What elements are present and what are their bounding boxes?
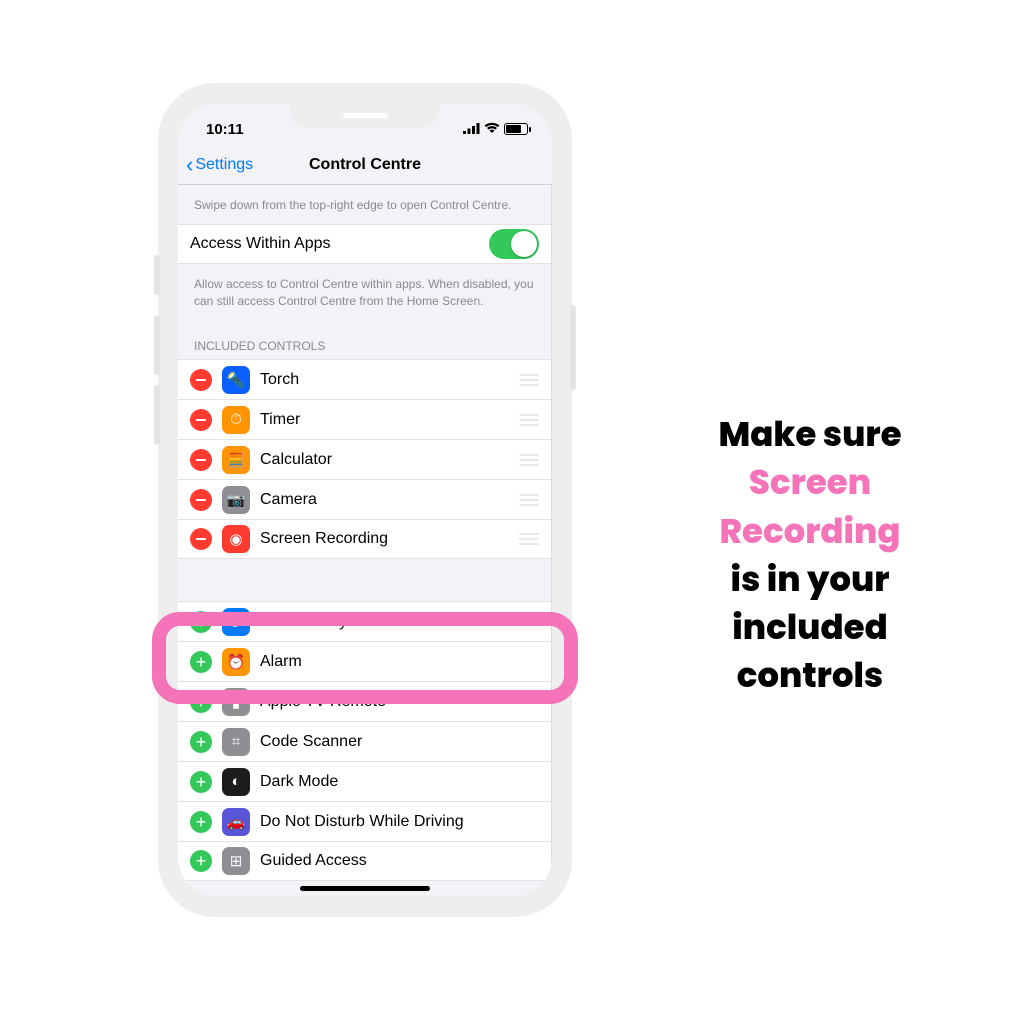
control-label: Apple TV Remote <box>260 693 539 711</box>
more-controls-list: ♿︎ Accessibility Shortcuts ⏰ Alarm ▮ Apple TV… <box>178 601 551 881</box>
control-row-apple-tv-remote[interactable]: ▮ Apple TV Remote <box>178 681 551 721</box>
reorder-grip-icon[interactable] <box>519 454 539 466</box>
add-icon[interactable] <box>190 611 212 633</box>
control-label: Timer <box>260 411 509 429</box>
calculator-icon: 🧮 <box>222 446 250 474</box>
apple-tv-remote-icon: ▮ <box>222 688 250 716</box>
control-row-screen-recording[interactable]: ◉ Screen Recording <box>178 519 551 559</box>
wifi-icon <box>484 121 500 138</box>
included-controls-header: Included Controls <box>178 319 551 359</box>
control-label: Accessibility Shortcuts <box>260 613 539 631</box>
volume-up-button <box>154 315 160 375</box>
access-within-apps-label: Access Within Apps <box>190 235 479 253</box>
control-label: Screen Recording <box>260 530 509 548</box>
reorder-grip-icon[interactable] <box>519 494 539 506</box>
control-row-torch[interactable]: 🔦 Torch <box>178 359 551 399</box>
accessibility-shortcuts-icon: ♿︎ <box>222 608 250 636</box>
notch <box>290 103 440 127</box>
control-row-camera[interactable]: 📷 Camera <box>178 479 551 519</box>
control-label: Dark Mode <box>260 773 539 791</box>
control-row-accessibility-shortcuts[interactable]: ♿︎ Accessibility Shortcuts <box>178 601 551 641</box>
mute-switch <box>154 255 160 295</box>
home-indicator[interactable] <box>300 886 430 891</box>
reorder-grip-icon[interactable] <box>519 374 539 386</box>
reorder-grip-icon[interactable] <box>519 533 539 545</box>
control-row-timer[interactable]: ⏱ Timer <box>178 399 551 439</box>
reorder-grip-icon[interactable] <box>519 414 539 426</box>
add-icon[interactable] <box>190 811 212 833</box>
add-icon[interactable] <box>190 651 212 673</box>
battery-icon <box>504 123 528 135</box>
control-label: Code Scanner <box>260 733 539 751</box>
power-button <box>570 305 576 390</box>
control-label: Camera <box>260 491 509 509</box>
callout-line1: Make sure <box>718 410 901 458</box>
control-row-do-not-disturb-while-driving[interactable]: 🚗 Do Not Disturb While Driving <box>178 801 551 841</box>
control-label: Guided Access <box>260 852 539 870</box>
access-toggle[interactable] <box>489 229 539 259</box>
camera-icon: 📷 <box>222 486 250 514</box>
cellular-icon <box>463 121 480 138</box>
remove-icon[interactable] <box>190 489 212 511</box>
back-button[interactable]: ‹ Settings <box>178 154 253 176</box>
phone-frame: 10:11 ‹ Settings Control Centre <box>160 85 570 915</box>
back-label: Settings <box>195 156 253 174</box>
callout-screen: Screen <box>749 458 871 506</box>
add-icon[interactable] <box>190 731 212 753</box>
control-row-code-scanner[interactable]: ⌗ Code Scanner <box>178 721 551 761</box>
remove-icon[interactable] <box>190 449 212 471</box>
remove-icon[interactable] <box>190 528 212 550</box>
phone-screen: 10:11 ‹ Settings Control Centre <box>178 103 552 897</box>
callout-line5: included <box>732 603 887 651</box>
nav-bar: ‹ Settings Control Centre <box>178 145 552 185</box>
status-icons <box>463 121 528 138</box>
remove-icon[interactable] <box>190 369 212 391</box>
volume-down-button <box>154 385 160 445</box>
swipe-hint: Swipe down from the top-right edge to op… <box>178 185 551 224</box>
guided-access-icon: ⊞ <box>222 847 250 875</box>
settings-body[interactable]: Swipe down from the top-right edge to op… <box>178 185 552 897</box>
included-controls-list: 🔦 Torch ⏱ Timer 🧮 Calculator 📷 Camera ◉ Screen Re… <box>178 359 551 559</box>
do-not-disturb-while-driving-icon: 🚗 <box>222 808 250 836</box>
access-hint: Allow access to Control Centre within ap… <box>178 264 551 320</box>
control-label: Do Not Disturb While Driving <box>260 813 539 831</box>
code-scanner-icon: ⌗ <box>222 728 250 756</box>
callout-line6: controls <box>737 651 884 699</box>
dark-mode-icon: ◐ <box>222 768 250 796</box>
instruction-callout: Make sure Screen Recording is in your in… <box>630 410 990 700</box>
control-row-alarm[interactable]: ⏰ Alarm <box>178 641 551 681</box>
timer-icon: ⏱ <box>222 406 250 434</box>
remove-icon[interactable] <box>190 409 212 431</box>
torch-icon: 🔦 <box>222 366 250 394</box>
control-row-calculator[interactable]: 🧮 Calculator <box>178 439 551 479</box>
alarm-icon: ⏰ <box>222 648 250 676</box>
callout-line4: is in your <box>731 555 890 603</box>
chevron-left-icon: ‹ <box>186 154 193 176</box>
access-within-apps-row[interactable]: Access Within Apps <box>178 224 551 264</box>
control-row-dark-mode[interactable]: ◐ Dark Mode <box>178 761 551 801</box>
control-label: Torch <box>260 371 509 389</box>
screen-recording-icon: ◉ <box>222 525 250 553</box>
control-row-guided-access[interactable]: ⊞ Guided Access <box>178 841 551 881</box>
add-icon[interactable] <box>190 771 212 793</box>
add-icon[interactable] <box>190 850 212 872</box>
callout-recording: Recording <box>720 507 901 555</box>
status-time: 10:11 <box>206 121 244 138</box>
control-label: Calculator <box>260 451 509 469</box>
control-label: Alarm <box>260 653 539 671</box>
add-icon[interactable] <box>190 691 212 713</box>
